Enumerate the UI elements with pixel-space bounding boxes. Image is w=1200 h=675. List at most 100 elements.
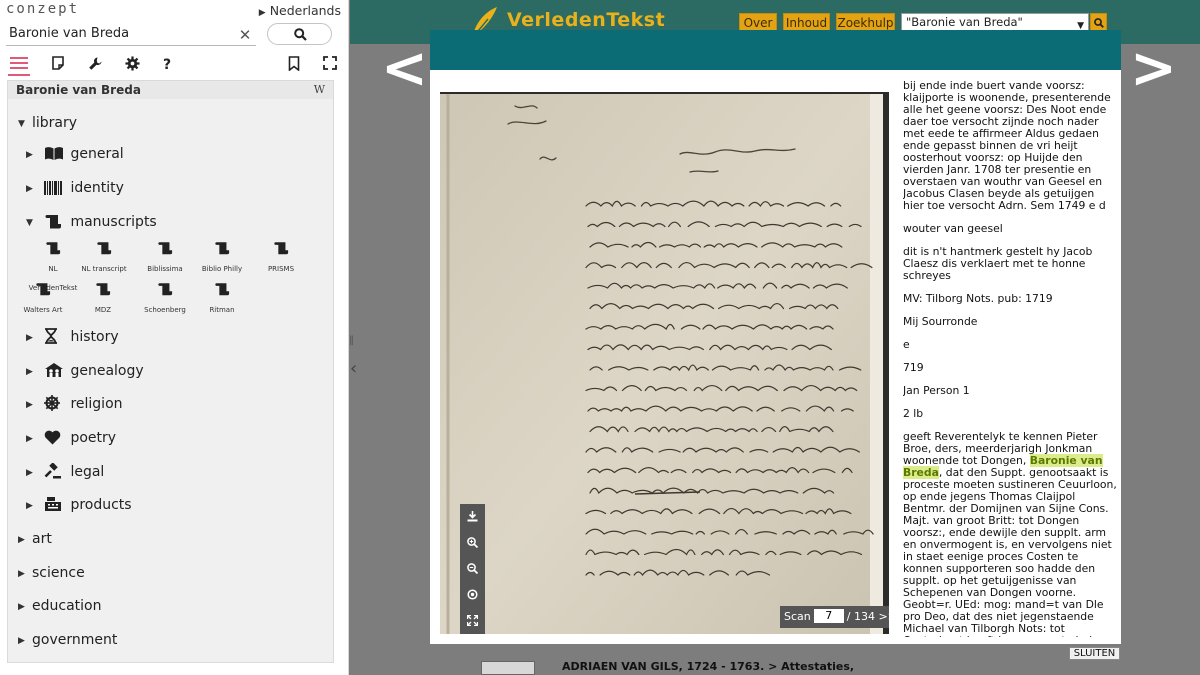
transcript-paragraph: MV: Tilborg Nots. pub: 1719 (903, 292, 1053, 305)
reset-view-icon[interactable] (460, 582, 485, 608)
caret-right-icon: ▶ (26, 367, 33, 377)
panel-title[interactable]: Baronie van Breda (16, 83, 141, 97)
scroll-icon (44, 214, 66, 236)
scroll-icon (215, 242, 230, 255)
previous-arrow[interactable]: < (381, 36, 428, 101)
tree-item-art[interactable]: ▶ art (18, 528, 52, 550)
sidebar-topbar: conzept ▶ Nederlands (0, 0, 349, 22)
wrench-icon[interactable] (84, 54, 106, 76)
family-icon (44, 362, 66, 385)
bookmark-icon[interactable] (283, 54, 305, 76)
wikipedia-icon[interactable]: W (314, 83, 325, 96)
source-biblio-philly[interactable]: Biblio Philly (192, 241, 252, 275)
source-label: Ritman (209, 306, 235, 314)
panel-header: Baronie van Breda W (8, 81, 333, 99)
zoom-out-icon[interactable] (460, 556, 485, 582)
gavel-icon (44, 462, 66, 486)
tree-item-education[interactable]: ▶ education (18, 595, 101, 617)
barcode-icon (44, 180, 66, 202)
tree-label: legal (70, 464, 105, 480)
source-ritman[interactable]: Ritman (192, 282, 252, 316)
scan-label: Scan (784, 610, 811, 623)
caret-right-icon: ▶ (26, 468, 33, 478)
manuscript-scan (440, 94, 883, 634)
close-button[interactable]: SLUITEN (1069, 647, 1120, 660)
tree-item-manuscripts[interactable]: ▼ manuscripts (26, 211, 157, 233)
caret-right-icon: ▶ (26, 150, 33, 160)
tree-item-legal[interactable]: ▶ legal (26, 461, 104, 483)
tree-item-general[interactable]: ▶ general (26, 143, 124, 165)
help-icon[interactable]: ? (156, 54, 178, 76)
resize-handle[interactable]: ‖ (349, 335, 355, 349)
scroll-icon (158, 283, 173, 296)
scan-image-viewer[interactable]: Scan7/ 134 >> (440, 92, 889, 634)
tree-label: library (32, 115, 78, 131)
tree-item-religion[interactable]: ▶ religion (26, 393, 123, 415)
next-arrow[interactable]: > (1130, 36, 1177, 101)
language-selector[interactable]: ▶ Nederlands (259, 3, 341, 18)
scan-page-input[interactable]: 7 (813, 609, 844, 623)
caret-right-icon: ▶ (26, 333, 33, 343)
transcript-paragraph: bij ende inde buert vande voorsz: klaijp… (903, 80, 1111, 212)
caret-down-icon: ▼ (26, 218, 33, 228)
modal-header-bar (430, 30, 1121, 70)
source-walters-art[interactable]: Walters Art (13, 282, 73, 316)
tree-item-library[interactable]: ▼ library (18, 112, 77, 134)
tree-item-government[interactable]: ▶ government (18, 629, 117, 651)
book-open-icon (44, 146, 66, 168)
source-label: Walters Art (23, 306, 63, 314)
caret-right-icon: ▶ (18, 636, 25, 646)
scan-total-next[interactable]: / 134 >> (847, 610, 889, 623)
transcript-paragraph: dit is n't hantmerk gestelt hy Jacob Cla… (903, 245, 1093, 282)
tree-item-genealogy[interactable]: ▶ genealogy (26, 360, 144, 382)
tree-label: government (32, 632, 118, 648)
tree-label: education (32, 598, 102, 614)
result-thumbnail[interactable] (481, 661, 535, 675)
source-biblissima[interactable]: Biblissima (135, 241, 195, 275)
note-icon[interactable] (47, 54, 69, 76)
gear-icon[interactable] (121, 54, 143, 76)
search-icon (1094, 18, 1104, 28)
tree-item-products[interactable]: ▶ products (26, 494, 132, 516)
chevron-left-icon[interactable]: ‹ (350, 358, 357, 379)
search-input[interactable] (6, 22, 256, 46)
dharma-wheel-icon (44, 395, 66, 418)
transcript-paragraph: Jan Person 1 (903, 384, 970, 397)
close-icon[interactable]: ✕ (236, 26, 254, 44)
tree-label: history (70, 329, 119, 345)
transcript-paragraph: e (903, 338, 910, 351)
tree-label: poetry (70, 430, 117, 446)
source-prisms[interactable]: PRISMS (251, 241, 311, 275)
transcript-paragraph: wouter van geesel (903, 222, 1003, 235)
transcript-paragraph: 2 lb (903, 407, 924, 420)
scroll-icon (46, 242, 61, 255)
result-title[interactable]: ADRIAEN VAN GILS, 1724 - 1763. > Attesta… (562, 660, 854, 673)
caret-right-icon: ▶ (26, 400, 33, 410)
scroll-icon (158, 242, 173, 255)
source-label: PRISMS (267, 265, 295, 273)
tree-item-identity[interactable]: ▶ identity (26, 177, 124, 199)
tree-label: genealogy (70, 363, 144, 379)
handwriting-drawing (440, 94, 883, 634)
transcript-panel: bij ende inde buert vande voorsz: klaijp… (903, 80, 1117, 637)
search-icon (294, 28, 307, 41)
scroll-icon (96, 283, 111, 296)
brand-name[interactable]: conzept (6, 1, 79, 17)
source-mdz[interactable]: MDZ (73, 282, 133, 316)
tree-item-poetry[interactable]: ▶ poetry (26, 427, 116, 449)
zoom-in-icon[interactable] (460, 530, 485, 556)
fullscreen-icon[interactable] (460, 608, 485, 634)
site-logo-text[interactable]: VerledenTekst (507, 9, 665, 31)
source-nl-transcript[interactable]: NL transcript (74, 241, 134, 275)
tree-item-history[interactable]: ▶ history (26, 326, 119, 348)
source-schoenberg[interactable]: Schoenberg (135, 282, 195, 316)
sidebar: conzept ▶Nederlands ✕ ? Baronie van Bred… (0, 0, 349, 675)
fullscreen-icon[interactable] (319, 54, 341, 76)
search-button[interactable] (267, 23, 332, 45)
tree-label: general (70, 146, 124, 162)
download-icon[interactable] (460, 504, 485, 530)
menu-icon[interactable] (8, 54, 30, 76)
transcript-paragraph: geeft Reverentelyk te kennen Pieter Broe… (903, 431, 1117, 637)
tree-item-science[interactable]: ▶ science (18, 562, 85, 584)
source-label: MDZ (94, 306, 112, 314)
